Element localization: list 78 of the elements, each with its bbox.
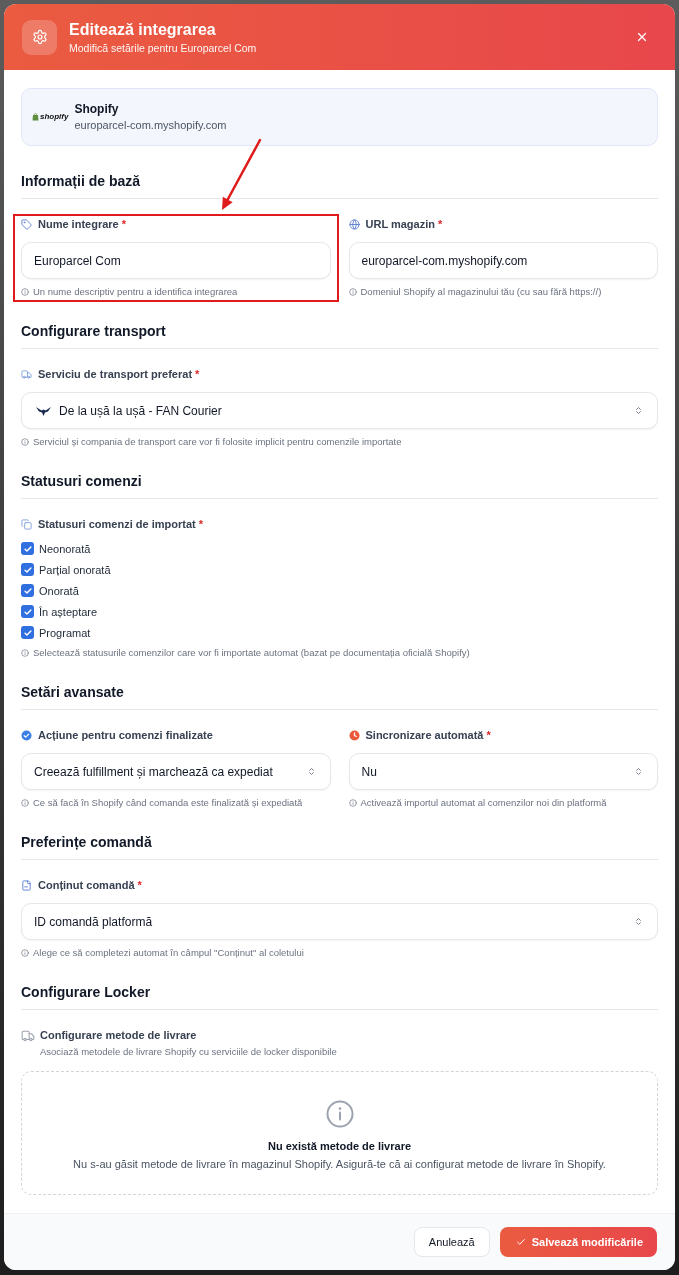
select-field[interactable]: ID comandă platformă xyxy=(21,903,658,940)
documents-icon xyxy=(21,519,32,530)
truck-icon xyxy=(21,1029,35,1043)
section-title: Preferințe comandă xyxy=(21,833,152,852)
hint-text: Ce să facă în Shopify când comanda este finalizată și expediată xyxy=(33,796,303,809)
field-label: Sincronizare automată * xyxy=(365,728,491,743)
truck-icon xyxy=(21,369,32,380)
hint-text: Un nume descriptiv pentru a identifica integrarea xyxy=(33,285,238,298)
info-icon xyxy=(21,798,29,807)
empty-state-message: Nu s-au găsit metode de livrare în magazinul Shopify. Asigură-te că ai configurat metode de livrare în Shopify. xyxy=(73,1157,606,1171)
checkbox[interactable] xyxy=(21,584,34,597)
field-label: Statusuri comenzi de importat * xyxy=(38,517,203,532)
shopping-bag-icon xyxy=(32,113,39,121)
chevron-updown-icon xyxy=(634,767,643,776)
field-label: Serviciu de transport preferat * xyxy=(38,367,200,382)
text-input[interactable]: Europarcel Com xyxy=(21,242,331,279)
check-icon xyxy=(515,1237,526,1247)
store-url: europarcel-com.myshopify.com xyxy=(74,119,227,132)
platform-name: Shopify xyxy=(74,102,120,116)
dialog-subtitle: Modifică setările pentru Europarcel Com xyxy=(69,41,257,55)
info-icon xyxy=(21,648,29,657)
section-title: Setări avansate xyxy=(21,683,124,702)
select-field[interactable]: De la ușă la ușă - FAN Courier xyxy=(21,392,658,429)
section-title: Statusuri comenzi xyxy=(21,472,142,491)
info-icon xyxy=(325,1100,354,1128)
check-icon xyxy=(22,627,33,638)
check-icon xyxy=(22,585,33,596)
checkbox[interactable] xyxy=(21,605,34,618)
section-title: Informații de bază xyxy=(21,172,141,191)
logo-wordmark: shopify xyxy=(40,112,69,122)
clock-icon xyxy=(348,730,360,741)
checkbox[interactable] xyxy=(21,626,34,639)
dialog-title: Editează integrarea xyxy=(69,19,217,39)
chevron-updown-icon xyxy=(306,767,316,776)
hint-text: Serviciul și compania de transport care vor fi folosite implicit pentru comenzile importate xyxy=(33,435,402,448)
bird-logo-icon xyxy=(36,405,51,416)
tag-icon xyxy=(21,219,32,230)
check-icon xyxy=(22,564,33,575)
select-field[interactable]: Creează fulfillment și marchează ca expediat xyxy=(21,753,331,790)
checkbox[interactable] xyxy=(21,542,34,555)
section-title: Configurare transport xyxy=(21,322,166,341)
checkbox-label: În așteptare xyxy=(39,604,98,619)
subsection-description: Asociază metodele de livrare Shopify cu serviciile de locker disponibile xyxy=(40,1045,337,1058)
field-label: Nume integrare * xyxy=(38,217,126,232)
gear-icon xyxy=(22,19,57,55)
checkbox-label: Programat xyxy=(39,625,91,640)
globe-icon xyxy=(348,219,360,230)
info-icon xyxy=(21,437,29,446)
close-icon xyxy=(635,30,649,44)
checkbox[interactable] xyxy=(21,563,34,576)
checkbox-label: Neonorată xyxy=(39,541,91,556)
info-icon xyxy=(348,287,357,296)
info-icon xyxy=(21,948,29,957)
info-icon xyxy=(21,287,29,296)
field-label: Acțiune pentru comenzi finalizate xyxy=(38,728,213,743)
subsection-title: Configurare metode de livrare xyxy=(40,1028,198,1042)
check-icon xyxy=(22,543,33,554)
empty-state-title: Nu există metode de livrare xyxy=(267,1139,412,1153)
cancel-button[interactable]: Anulează xyxy=(413,1227,490,1257)
field-label: Conținut comandă * xyxy=(38,878,142,893)
document-icon xyxy=(21,880,32,891)
text-input[interactable]: europarcel-com.myshopify.com xyxy=(348,242,658,279)
save-button[interactable]: Salvează modificările xyxy=(499,1227,657,1257)
annotation-arrow xyxy=(222,138,262,210)
checkbox-label: Onorată xyxy=(39,583,79,598)
hint-text: Alege ce să completezi automat în câmpul "Conținut" al coletului xyxy=(33,946,304,959)
field-label: URL magazin * xyxy=(365,217,443,232)
chevron-updown-icon xyxy=(634,406,643,415)
section-title: Configurare Locker xyxy=(21,983,151,1002)
chevron-updown-icon xyxy=(634,917,643,926)
checkbox-label: Parțial onorată xyxy=(39,562,111,577)
check-icon xyxy=(22,606,33,617)
info-icon xyxy=(348,798,357,807)
hint-text: Selectează statusurile comenzilor care vor fi importate automat (bazat pe documentația oficială Shopify) xyxy=(33,646,470,659)
check-circle-icon xyxy=(21,730,32,741)
hint-text: Domeniul Shopify al magazinului tău (cu sau fără https://) xyxy=(360,285,602,298)
hint-text: Activează importul automat al comenzilor noi din platformă xyxy=(360,796,607,809)
select-field[interactable]: Nu xyxy=(348,753,658,790)
